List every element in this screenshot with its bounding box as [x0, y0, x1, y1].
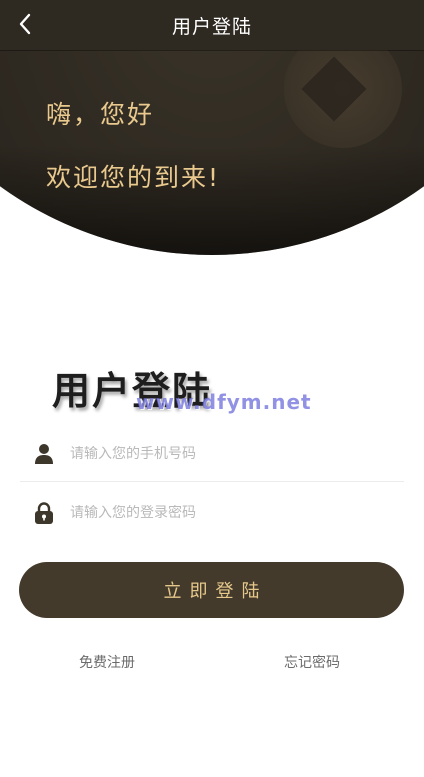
forgot-password-link[interactable]: 忘记密码 — [284, 652, 340, 672]
page-title: 用户登陆 — [171, 15, 252, 38]
phone-input[interactable] — [68, 446, 404, 462]
password-field-row — [20, 488, 404, 538]
user-icon — [20, 443, 68, 465]
login-button[interactable]: 立即登陆 — [19, 562, 404, 618]
login-page: 嗨，您好 欢迎您的到来! 用户登陆 用户登陆 www.dfym.net 请输入您… — [0, 0, 424, 777]
back-button[interactable] — [10, 9, 40, 39]
password-input[interactable] — [68, 505, 404, 521]
phone-field-row — [20, 427, 404, 482]
greeting-line-2: 欢迎您的到来! — [46, 163, 221, 192]
top-bar: 用户登陆 — [0, 0, 424, 50]
greeting-line-1: 嗨，您好 — [46, 100, 155, 129]
chevron-left-icon — [19, 13, 31, 35]
register-link[interactable]: 免费注册 — [79, 652, 135, 672]
watermark-text: www.dfym.net — [136, 390, 312, 414]
lock-icon — [20, 501, 68, 525]
